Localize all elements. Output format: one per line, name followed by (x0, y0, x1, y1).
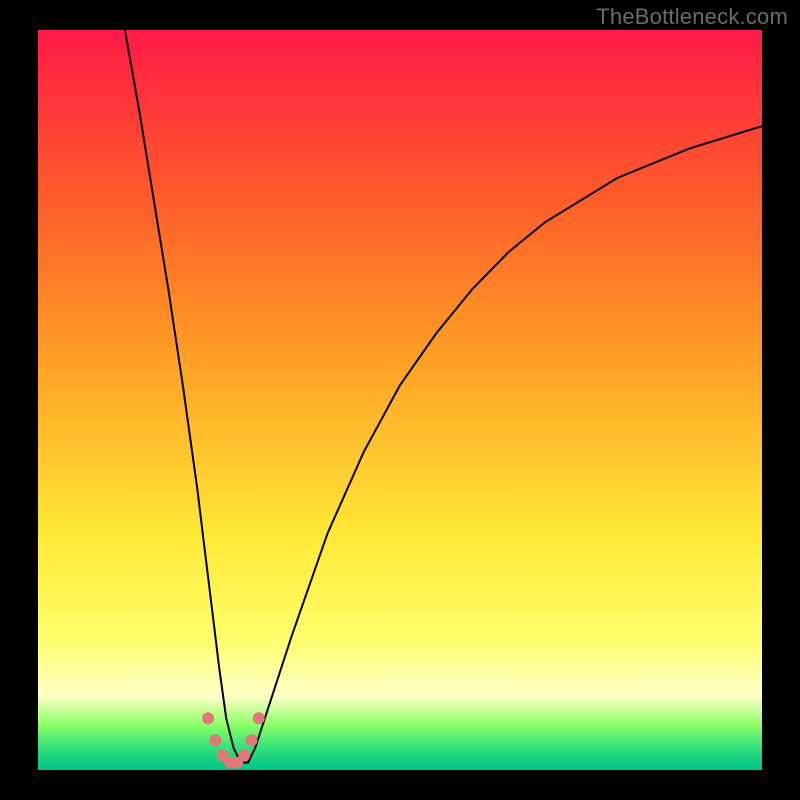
bottleneck-chart (0, 0, 800, 800)
curve-marker (246, 734, 258, 746)
watermark-text: TheBottleneck.com (596, 4, 788, 30)
plot-area (38, 30, 762, 770)
curve-marker (253, 712, 265, 724)
curve-marker (209, 734, 221, 746)
curve-marker (202, 712, 214, 724)
chart-frame: TheBottleneck.com (0, 0, 800, 800)
curve-marker (238, 749, 250, 761)
